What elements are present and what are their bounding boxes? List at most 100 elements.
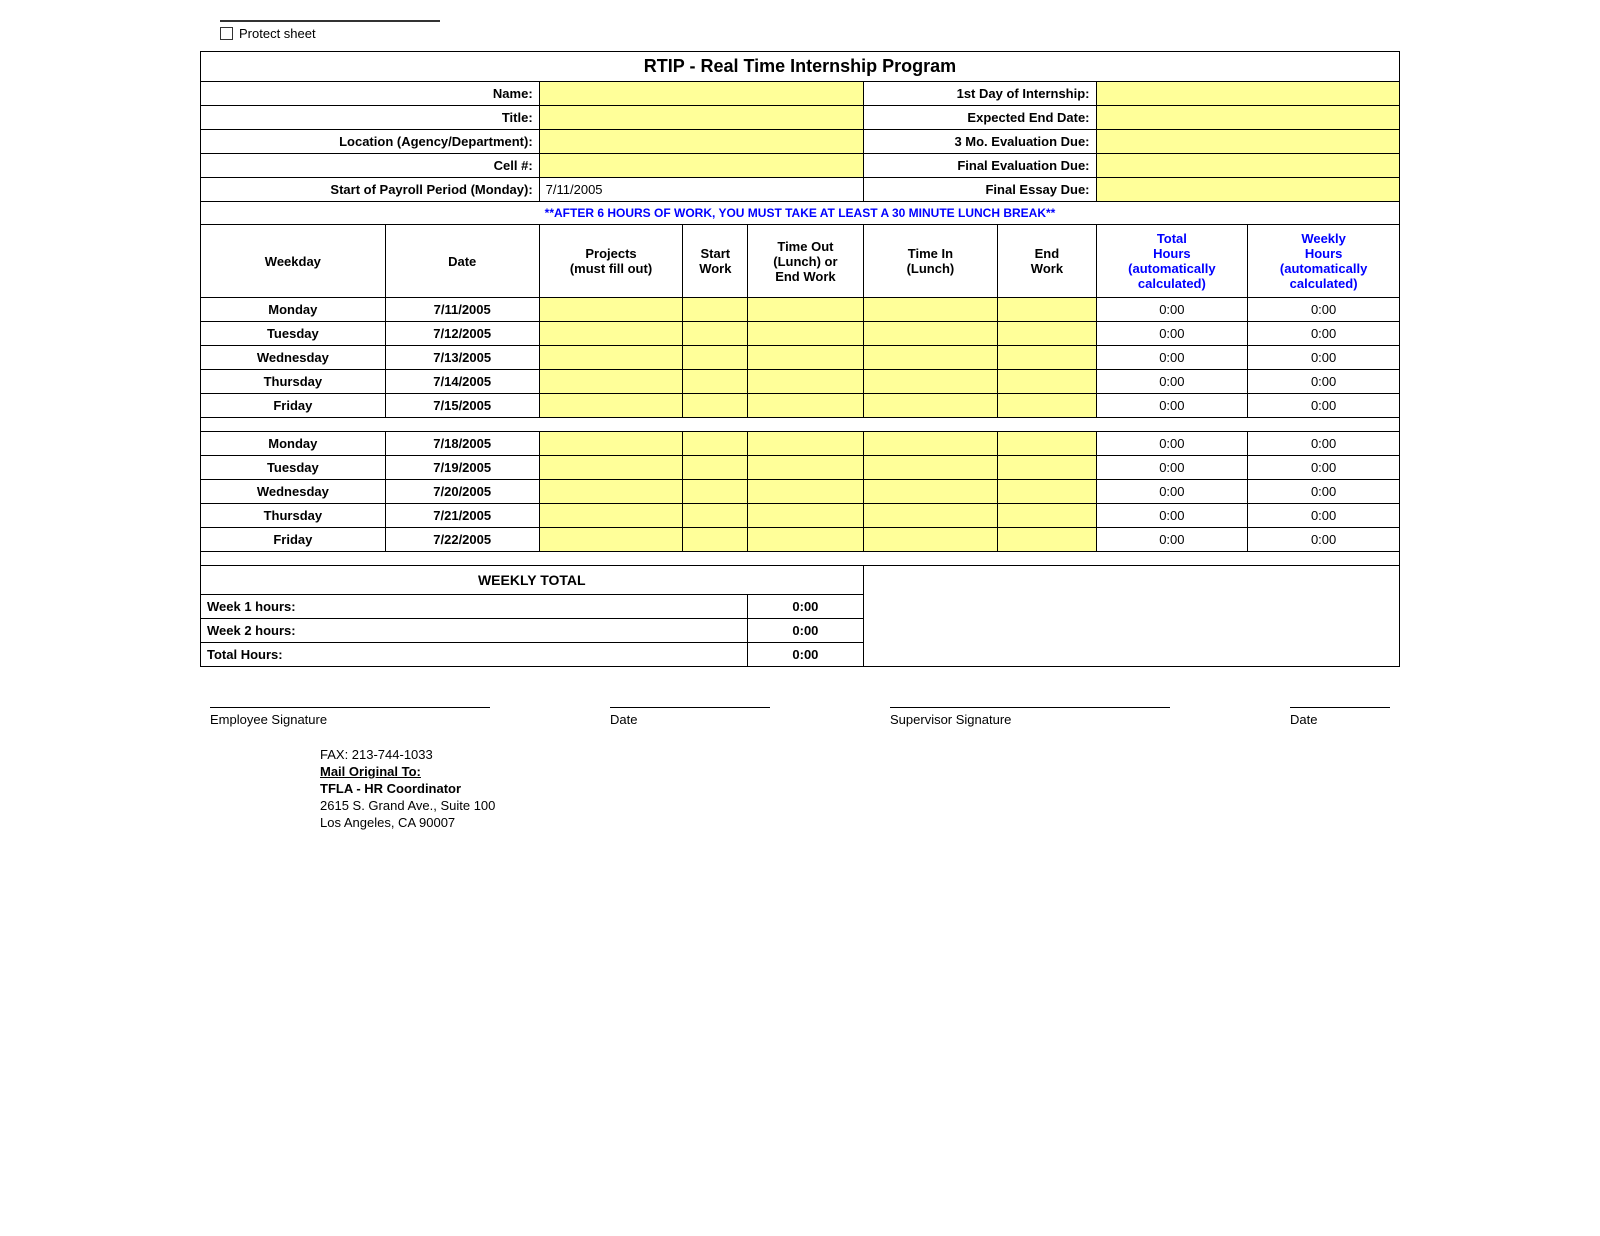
name-input[interactable] — [539, 82, 863, 106]
total-hours-cell: 0:00 — [1096, 394, 1248, 418]
start-work-input[interactable] — [683, 456, 748, 480]
main-table: RTIP - Real Time Internship Program Name… — [200, 51, 1400, 667]
projects-input[interactable] — [539, 322, 683, 346]
protect-checkbox[interactable] — [220, 27, 233, 40]
week1-hours-row: Week 1 hours: 0:00 — [201, 595, 1400, 619]
end-work-input[interactable] — [998, 456, 1096, 480]
footer-section: FAX: 213-744-1033 Mail Original To: TFLA… — [320, 747, 1400, 830]
time-out-input[interactable] — [748, 322, 863, 346]
name-label: Name: — [201, 82, 540, 106]
time-in-input[interactable] — [863, 480, 998, 504]
title-line — [220, 20, 440, 22]
time-out-input[interactable] — [748, 456, 863, 480]
employee-sig-line: Employee Signature — [210, 707, 490, 727]
cell-row: Cell #: Final Evaluation Due: — [201, 154, 1400, 178]
date-cell: 7/22/2005 — [385, 528, 539, 552]
date-line-1: Date — [610, 707, 770, 727]
location-row: Location (Agency/Department): 3 Mo. Eval… — [201, 130, 1400, 154]
time-out-input[interactable] — [748, 298, 863, 322]
end-work-input[interactable] — [998, 298, 1096, 322]
time-in-input[interactable] — [863, 346, 998, 370]
time-in-input[interactable] — [863, 322, 998, 346]
time-out-input[interactable] — [748, 346, 863, 370]
start-work-input[interactable] — [683, 346, 748, 370]
protect-label: Protect sheet — [239, 26, 316, 41]
supervisor-sig-label: Supervisor Signature — [890, 712, 1011, 727]
start-work-input[interactable] — [683, 322, 748, 346]
start-work-input[interactable] — [683, 432, 748, 456]
table-row: Thursday 7/21/2005 0:00 0:00 — [201, 504, 1400, 528]
end-work-input[interactable] — [998, 528, 1096, 552]
col-projects: Projects(must fill out) — [539, 225, 683, 298]
time-in-input[interactable] — [863, 394, 998, 418]
total-hours-cell: 0:00 — [1096, 322, 1248, 346]
start-work-input[interactable] — [683, 504, 748, 528]
protect-row: Protect sheet — [220, 26, 1400, 41]
end-work-input[interactable] — [998, 370, 1096, 394]
title-row-2: Title: Expected End Date: — [201, 106, 1400, 130]
projects-input[interactable] — [539, 394, 683, 418]
warning-row: **AFTER 6 HOURS OF WORK, YOU MUST TAKE A… — [201, 202, 1400, 225]
time-out-input[interactable] — [748, 394, 863, 418]
total-hours-cell: 0:00 — [1096, 432, 1248, 456]
end-work-input[interactable] — [998, 432, 1096, 456]
end-work-input[interactable] — [998, 480, 1096, 504]
date-cell: 7/11/2005 — [385, 298, 539, 322]
col-weekly-hours: WeeklyHours(automaticallycalculated) — [1248, 225, 1400, 298]
end-work-input[interactable] — [998, 346, 1096, 370]
end-work-input[interactable] — [998, 322, 1096, 346]
weekday-cell: Tuesday — [201, 456, 386, 480]
start-work-input[interactable] — [683, 394, 748, 418]
date-line-2: Date — [1290, 707, 1390, 727]
end-work-input[interactable] — [998, 394, 1096, 418]
time-in-input[interactable] — [863, 370, 998, 394]
eval-3mo-input[interactable] — [1096, 130, 1399, 154]
col-time-in: Time In(Lunch) — [863, 225, 998, 298]
projects-input[interactable] — [539, 480, 683, 504]
cell-input[interactable] — [539, 154, 863, 178]
start-work-input[interactable] — [683, 298, 748, 322]
footer-address1: 2615 S. Grand Ave., Suite 100 — [320, 798, 1400, 813]
start-work-input[interactable] — [683, 528, 748, 552]
time-out-input[interactable] — [748, 370, 863, 394]
projects-input[interactable] — [539, 370, 683, 394]
end-work-input[interactable] — [998, 504, 1096, 528]
projects-input[interactable] — [539, 346, 683, 370]
week2-hours-row: Week 2 hours: 0:00 — [201, 619, 1400, 643]
time-out-input[interactable] — [748, 528, 863, 552]
projects-input[interactable] — [539, 432, 683, 456]
projects-input[interactable] — [539, 456, 683, 480]
time-in-input[interactable] — [863, 504, 998, 528]
supervisor-sig-line: Supervisor Signature — [890, 707, 1170, 727]
weekday-cell: Monday — [201, 432, 386, 456]
time-in-input[interactable] — [863, 298, 998, 322]
week1-hours-label: Week 1 hours: — [201, 595, 748, 619]
time-in-input[interactable] — [863, 456, 998, 480]
start-work-input[interactable] — [683, 480, 748, 504]
table-row: Monday 7/11/2005 0:00 0:00 — [201, 298, 1400, 322]
time-in-input[interactable] — [863, 528, 998, 552]
total-hours-cell: 0:00 — [1096, 456, 1248, 480]
title-input[interactable] — [539, 106, 863, 130]
weekly-hours-cell: 0:00 — [1248, 394, 1400, 418]
week2-empty — [863, 619, 1399, 643]
table-row: Friday 7/22/2005 0:00 0:00 — [201, 528, 1400, 552]
location-input[interactable] — [539, 130, 863, 154]
time-out-input[interactable] — [748, 504, 863, 528]
essay-label: Final Essay Due: — [863, 178, 1096, 202]
projects-input[interactable] — [539, 504, 683, 528]
date-cell: 7/19/2005 — [385, 456, 539, 480]
time-in-input[interactable] — [863, 432, 998, 456]
time-out-input[interactable] — [748, 432, 863, 456]
total-hours-row: Total Hours: 0:00 — [201, 643, 1400, 667]
total-hours-cell: 0:00 — [1096, 504, 1248, 528]
projects-input[interactable] — [539, 298, 683, 322]
essay-input[interactable] — [1096, 178, 1399, 202]
final-eval-input[interactable] — [1096, 154, 1399, 178]
start-work-input[interactable] — [683, 370, 748, 394]
total-hours-cell: 0:00 — [1096, 298, 1248, 322]
internship-input[interactable] — [1096, 82, 1399, 106]
end-date-input[interactable] — [1096, 106, 1399, 130]
time-out-input[interactable] — [748, 480, 863, 504]
projects-input[interactable] — [539, 528, 683, 552]
